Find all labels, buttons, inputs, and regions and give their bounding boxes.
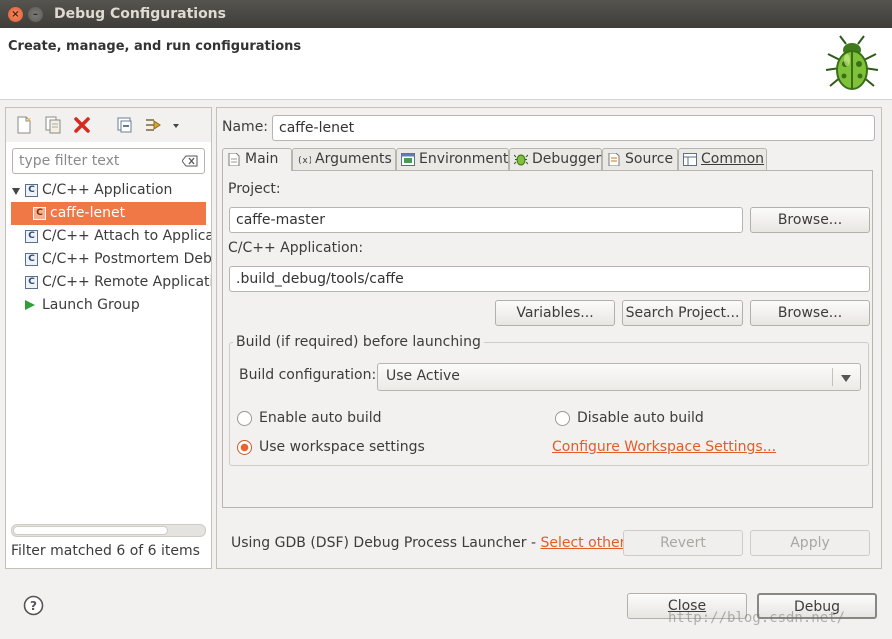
use-workspace-settings-label[interactable]: Use workspace settings [259,439,425,455]
watermark: http://blog.csdn.net/ [668,610,846,626]
delete-icon[interactable] [72,115,92,135]
project-field-box[interactable] [229,207,743,233]
tab-label: Arguments [315,151,392,167]
tab-label: Common [701,151,765,167]
header-banner: Create, manage, and run configurations [0,28,892,100]
title-bar: × – Debug Configurations [0,0,892,28]
build-configuration-select[interactable]: Use Active [377,363,861,391]
c-app-icon: C [25,253,38,266]
configuration-list-pane: C C/C++ Application C caffe-lenet C C/C+… [5,107,212,569]
launch-group-icon [25,300,35,310]
revert-button[interactable]: Revert [623,530,743,556]
tree-item-label: caffe-lenet [50,205,126,221]
environment-tab-icon [401,153,415,166]
tab-common[interactable]: Common [678,148,767,170]
build-group: Build (if required) before launching Bui… [229,334,869,466]
tree-item-label: C/C++ Remote Applicatic [42,274,211,290]
tab-source[interactable]: Source [602,148,678,170]
window-minimize-button[interactable]: – [28,7,43,22]
c-app-icon: C [25,276,38,289]
new-config-icon[interactable] [14,115,34,135]
svg-text:(x)=: (x)= [297,156,311,166]
arguments-tab-icon: (x)= [297,156,311,166]
tree-item-label: C/C++ Postmortem Debu [42,251,211,267]
filter-icon[interactable] [143,115,163,135]
horizontal-scrollbar[interactable] [11,524,206,537]
collapse-all-icon[interactable] [114,115,134,135]
c-app-icon: C [25,230,38,243]
help-icon[interactable]: ? [23,595,44,616]
c-app-icon: C [25,184,38,197]
enable-auto-build-radio[interactable] [237,411,252,426]
launcher-description: Using GDB (DSF) Debug Process Launcher - [231,535,541,551]
tree-item-cpp-attach[interactable]: C C/C++ Attach to Applicat [6,225,211,248]
tree-item-caffe-lenet[interactable]: C caffe-lenet [11,202,206,225]
expand-arrow-icon[interactable] [12,188,20,195]
source-tab-icon [608,153,620,166]
filter-input[interactable] [17,151,173,171]
svg-text:?: ? [30,599,37,613]
enable-auto-build-label[interactable]: Enable auto build [259,410,382,426]
scrollbar-thumb[interactable] [13,526,168,535]
chevron-down-icon[interactable] [841,375,851,382]
tab-label: Main [245,151,279,167]
disable-auto-build-radio[interactable] [555,411,570,426]
dropdown-arrow-icon[interactable] [170,115,182,135]
main-tab-content: Project: Browse... C/C++ Application: Va… [222,170,873,508]
name-field[interactable] [279,118,868,138]
name-label: Name: [222,119,269,135]
combo-separator [832,368,833,386]
configure-workspace-settings-link[interactable]: Configure Workspace Settings... [552,439,776,455]
tree-item-launch-group[interactable]: Launch Group [6,294,211,317]
common-tab-icon [683,153,697,166]
debugger-tab-icon [514,154,528,166]
variables-button[interactable]: Variables... [495,300,615,326]
configuration-editor-pane: Name: Main (x)= Arguments Environment De… [216,107,882,569]
disable-auto-build-label[interactable]: Disable auto build [577,410,704,426]
clear-filter-icon[interactable] [182,155,198,167]
main-tab-icon [228,153,240,166]
banner-text: Create, manage, and run configurations [8,39,302,54]
build-configuration-label: Build configuration: [239,367,377,383]
use-workspace-settings-radio[interactable] [237,440,252,455]
project-label: Project: [228,181,281,197]
browse-project-button[interactable]: Browse... [750,207,870,233]
build-configuration-value: Use Active [386,368,460,384]
filter-input-box[interactable] [12,148,205,174]
application-field[interactable] [236,269,863,289]
tree-item-label: Launch Group [42,297,140,313]
name-field-box[interactable] [272,115,875,141]
tree-item-label: C/C++ Application [42,182,173,198]
apply-button[interactable]: Apply [750,530,870,556]
tree-item-cpp-remote[interactable]: C C/C++ Remote Applicatic [6,271,211,294]
tree-item-label: C/C++ Attach to Applicat [42,228,211,244]
tab-debugger[interactable]: Debugger [509,148,602,170]
bug-icon [825,35,879,90]
project-field[interactable] [236,210,736,230]
application-field-box[interactable] [229,266,870,292]
filter-status-text: Filter matched 6 of 6 items [11,543,200,559]
duplicate-icon[interactable] [43,115,63,135]
c-app-icon: C [33,207,46,220]
launcher-text: Using GDB (DSF) Debug Process Launcher -… [231,535,638,551]
left-toolbar [6,108,211,142]
tree-item-cpp-postmortem[interactable]: C C/C++ Postmortem Debu [6,248,211,271]
build-group-title: Build (if required) before launching [233,334,484,350]
application-label: C/C++ Application: [228,240,364,256]
tab-label: Debugger [532,151,602,167]
browse-application-button[interactable]: Browse... [750,300,870,326]
tab-label: Source [625,151,674,167]
tab-arguments[interactable]: (x)= Arguments [292,148,396,170]
tab-label: Environment [419,151,509,167]
tree-item-cpp-application[interactable]: C C/C++ Application [6,179,211,202]
window-title: Debug Configurations [54,6,226,22]
tab-main[interactable]: Main [222,148,292,171]
window-close-button[interactable]: × [8,7,23,22]
search-project-button[interactable]: Search Project... [622,300,743,326]
tab-environment[interactable]: Environment [396,148,509,170]
